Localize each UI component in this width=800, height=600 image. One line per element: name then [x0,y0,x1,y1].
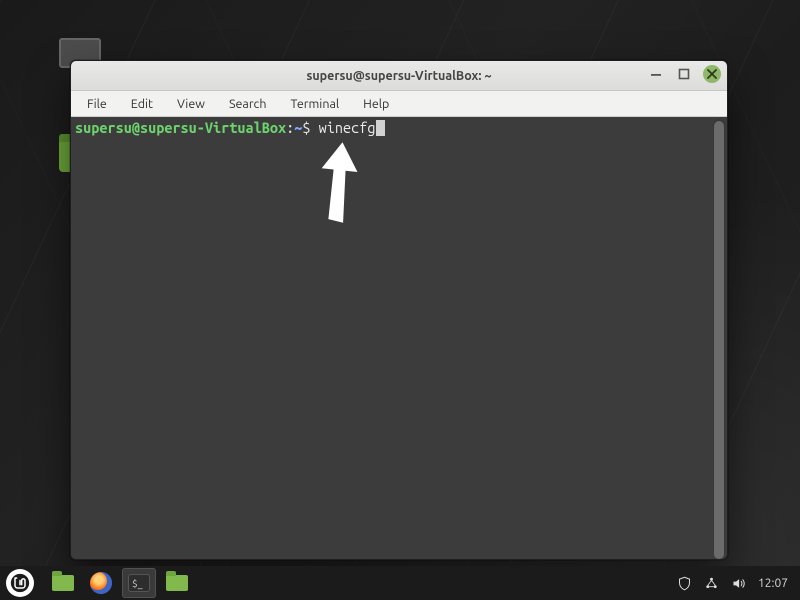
system-tray: 12:07 [677,576,794,591]
taskbar-files[interactable] [46,568,80,598]
prompt-dollar: $ [302,119,318,136]
menu-terminal[interactable]: Terminal [281,94,350,114]
window-controls [647,65,721,83]
terminal-body[interactable]: supersu@supersu-VirtualBox:~$ winecfg [71,117,727,559]
mint-logo-icon [10,573,30,593]
minimize-icon [650,68,662,80]
shield-icon[interactable] [677,576,692,591]
minimize-button[interactable] [647,65,665,83]
scrollbar-thumb[interactable] [714,121,724,559]
menu-view[interactable]: View [167,94,215,114]
close-icon [707,69,717,79]
window-title: supersu@supersu-VirtualBox: ~ [306,69,491,83]
maximize-button[interactable] [675,65,693,83]
files-icon [52,575,74,591]
taskbar: $_ 12:07 [0,566,800,600]
firefox-icon [90,572,112,594]
menu-edit[interactable]: Edit [121,94,163,114]
terminal-glyph: $_ [132,578,143,589]
terminal-window[interactable]: supersu@supersu-VirtualBox: ~ File Edit … [70,60,728,560]
folder-icon [166,575,188,591]
maximize-icon [678,68,690,80]
taskbar-firefox[interactable] [84,568,118,598]
network-icon[interactable] [704,576,719,591]
taskbar-terminal[interactable]: $_ [122,568,156,598]
menubar: File Edit View Search Terminal Help [71,91,727,117]
terminal-cursor [376,120,385,136]
menu-search[interactable]: Search [219,94,277,114]
prompt-user-host: supersu@supersu-VirtualBox [75,119,286,136]
menu-file[interactable]: File [77,94,117,114]
window-titlebar[interactable]: supersu@supersu-VirtualBox: ~ [71,61,727,91]
volume-icon[interactable] [731,576,746,591]
terminal-command: winecfg [319,119,376,136]
taskbar-folder[interactable] [160,568,194,598]
terminal-scrollbar[interactable] [713,119,725,557]
taskbar-clock[interactable]: 12:07 [758,577,788,590]
menu-help[interactable]: Help [353,94,399,114]
close-button[interactable] [703,65,721,83]
start-menu-button[interactable] [6,569,34,597]
terminal-icon: $_ [128,574,150,592]
